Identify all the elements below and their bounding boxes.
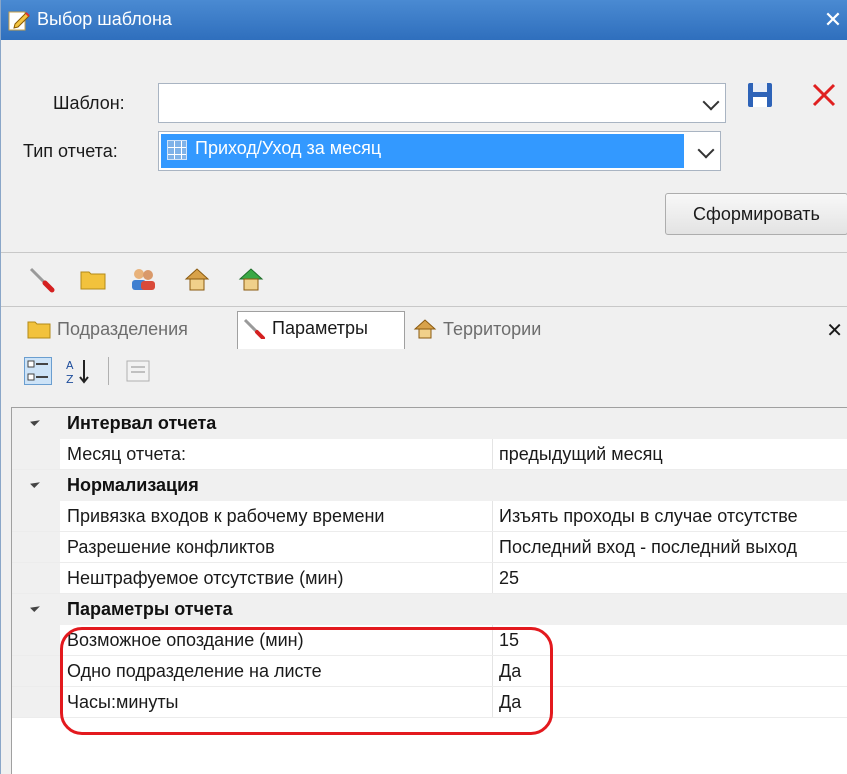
house-icon[interactable] — [183, 265, 211, 293]
tab-label: Подразделения — [57, 319, 188, 339]
tab-departments[interactable]: Подразделения — [23, 313, 235, 347]
column-divider — [492, 563, 493, 593]
template-combobox[interactable] — [158, 83, 726, 123]
toolbar-separator — [108, 357, 109, 385]
category-row[interactable]: Параметры отчета — [12, 594, 847, 625]
property-row[interactable]: Разрешение конфликтов Последний вход - п… — [12, 532, 847, 563]
wrench-icon[interactable] — [27, 265, 55, 293]
property-name: Нештрафуемое отсутствие (мин) — [67, 568, 344, 588]
table-icon — [167, 140, 187, 160]
wrench-icon — [243, 318, 265, 339]
svg-text:A: A — [66, 359, 74, 372]
users-icon[interactable] — [129, 265, 157, 293]
annotation-highlight — [60, 627, 553, 735]
row-margin — [12, 439, 60, 469]
divider — [1, 252, 847, 253]
tab-parameters[interactable]: Параметры — [237, 311, 405, 349]
row-margin — [12, 563, 60, 593]
property-name: Привязка входов к рабочему времени — [67, 506, 385, 526]
report-type-combobox[interactable]: Приход/Уход за месяц — [158, 131, 721, 171]
divider — [1, 306, 847, 307]
generate-button[interactable]: Сформировать — [665, 193, 847, 235]
property-row[interactable]: Привязка входов к рабочему времени Изъят… — [12, 501, 847, 532]
report-type-label: Тип отчета: — [23, 141, 118, 161]
delete-icon[interactable] — [809, 80, 839, 110]
report-type-selection: Приход/Уход за месяц — [161, 134, 684, 168]
category-name: Нормализация — [67, 475, 199, 495]
property-name: Разрешение конфликтов — [67, 537, 275, 557]
sort-az-icon[interactable]: A Z — [64, 357, 92, 385]
tab-territories[interactable]: Территории — [409, 313, 579, 347]
close-panel-button[interactable]: ✕ — [826, 318, 843, 343]
template-selection-window: Выбор шаблона ✕ Шаблон: Тип отчета: Прих… — [0, 0, 847, 774]
category-name: Интервал отчета — [67, 413, 217, 433]
categorized-view-icon[interactable] — [24, 357, 52, 385]
row-margin — [12, 625, 60, 655]
property-row[interactable]: Месяц отчета: предыдущий месяц — [12, 439, 847, 470]
template-label: Шаблон: — [53, 93, 125, 113]
tab-label: Территории — [443, 319, 542, 339]
report-type-value: Приход/Уход за месяц — [195, 138, 382, 158]
svg-text:Z: Z — [66, 373, 74, 385]
row-margin — [12, 656, 60, 686]
property-row[interactable]: Нештрафуемое отсутствие (мин) 25 — [12, 563, 847, 594]
folder-icon[interactable] — [79, 265, 107, 293]
chevron-down-icon[interactable] — [702, 93, 720, 111]
row-margin — [12, 501, 60, 531]
tab-label: Параметры — [272, 318, 368, 338]
property-name: Месяц отчета: — [67, 444, 186, 464]
house-add-icon[interactable] — [237, 265, 265, 293]
row-margin — [12, 532, 60, 562]
chevron-down-icon[interactable] — [697, 141, 715, 159]
category-row[interactable]: Интервал отчета — [12, 408, 847, 439]
category-name: Параметры отчета — [67, 599, 233, 619]
row-margin — [12, 687, 60, 717]
folder-icon — [27, 321, 51, 339]
property-value[interactable]: 25 — [499, 568, 519, 589]
property-pages-icon[interactable] — [124, 357, 152, 385]
property-value[interactable]: Изъять проходы в случае отсутстве — [499, 506, 798, 527]
collapse-icon[interactable] — [30, 602, 40, 612]
column-divider — [492, 439, 493, 469]
category-row[interactable]: Нормализация — [12, 470, 847, 501]
close-window-button[interactable]: ✕ — [818, 6, 847, 34]
title-bar[interactable]: Выбор шаблона ✕ — [1, 0, 847, 40]
house-icon — [413, 319, 437, 339]
property-grid-toolbar: A Z — [9, 351, 847, 391]
save-icon[interactable] — [745, 80, 775, 110]
column-divider — [492, 532, 493, 562]
column-divider — [492, 501, 493, 531]
property-value[interactable]: Последний вход - последний выход — [499, 537, 797, 558]
window-title: Выбор шаблона — [37, 9, 172, 29]
edit-document-icon — [8, 11, 30, 31]
property-value[interactable]: предыдущий месяц — [499, 444, 663, 465]
collapse-icon[interactable] — [30, 478, 40, 488]
collapse-icon[interactable] — [30, 416, 40, 426]
